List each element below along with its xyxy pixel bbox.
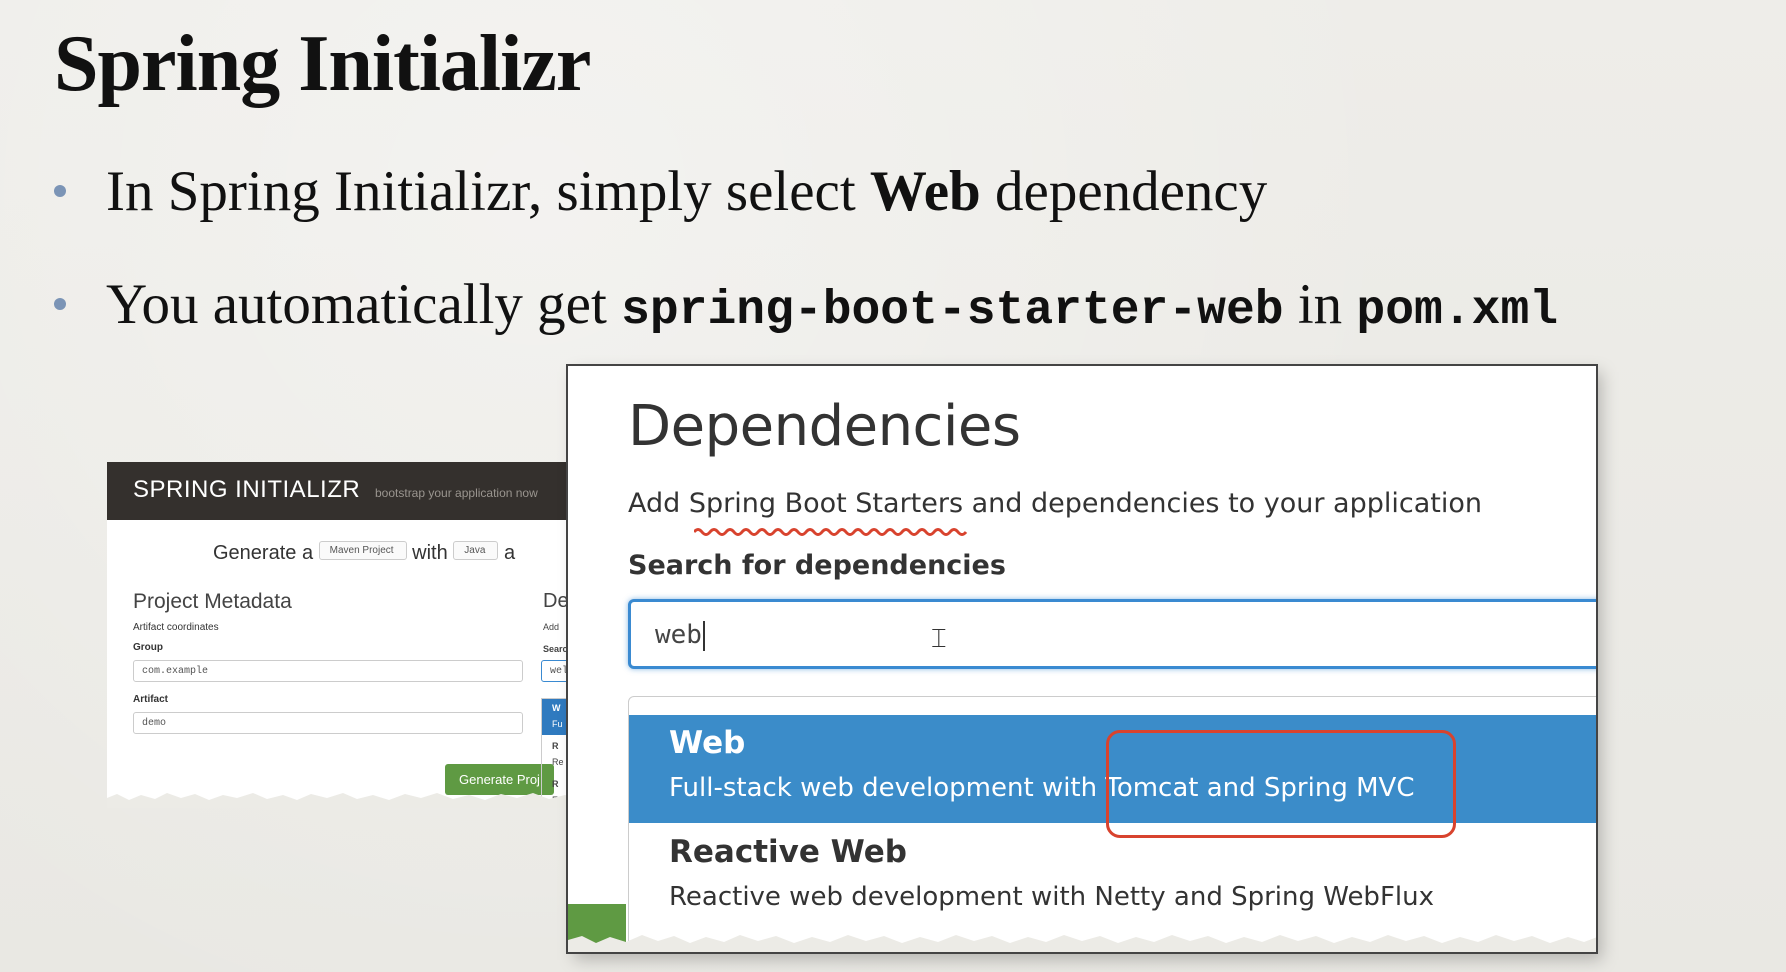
torn-edge (568, 935, 1596, 952)
highlight-annotation-box (1106, 730, 1456, 838)
bullet-dot (54, 297, 66, 310)
slide-title: Spring Initializr (54, 20, 591, 108)
torn-edge (107, 793, 577, 808)
bullet-dot (54, 184, 66, 197)
initializr-screenshot: SPRING INITIALIZR bootstrap your applica… (107, 462, 577, 808)
bullet-2: You automatically get spring-boot-starte… (54, 270, 1558, 346)
dependencies-panel: Dependencies Add Spring Boot Starters an… (566, 364, 1598, 954)
bullet-1: In Spring Initializr, simply select Web … (54, 157, 1267, 227)
